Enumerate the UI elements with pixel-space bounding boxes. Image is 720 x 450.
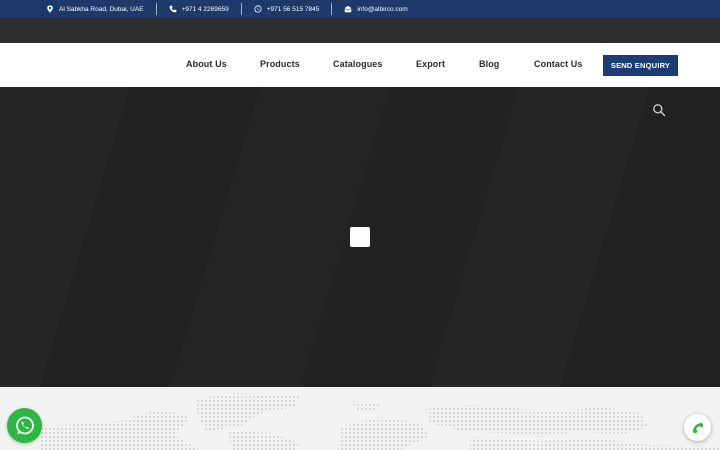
whatsapp-icon <box>15 416 34 434</box>
address-item: Al Sabkha Road, Dubai, UAE <box>46 0 144 18</box>
whatsapp-link[interactable]: +971 56 515 7845 <box>254 0 320 18</box>
nav-blog[interactable]: Blog <box>479 59 499 69</box>
loading-indicator <box>350 227 370 247</box>
phone-link[interactable]: +971 4 2269659 <box>169 0 229 18</box>
world-map-section <box>0 387 720 450</box>
call-button[interactable] <box>684 414 711 441</box>
dotted-world-map <box>40 393 720 450</box>
email-link[interactable]: info@albirco.com <box>344 0 408 18</box>
send-enquiry-button[interactable]: SEND ENQUIRY <box>603 55 678 76</box>
address-text: Al Sabkha Road, Dubai, UAE <box>59 5 144 13</box>
phone-text: +971 4 2269659 <box>181 5 229 13</box>
nav-catalogues[interactable]: Catalogues <box>333 59 383 69</box>
divider <box>155 3 157 15</box>
map-pin-icon <box>47 5 53 13</box>
search-icon[interactable] <box>652 103 666 117</box>
whatsapp-text: +971 56 515 7845 <box>266 5 320 13</box>
divider <box>240 3 242 15</box>
nav-contact-us[interactable]: Contact Us <box>534 59 583 69</box>
nav-products[interactable]: Products <box>260 59 300 69</box>
nav-about-us[interactable]: About Us <box>186 59 227 69</box>
top-info-bar: Al Sabkha Road, Dubai, UAE +971 4 226965… <box>0 0 720 18</box>
envelope-icon <box>345 5 352 13</box>
phone-icon <box>692 422 703 433</box>
whatsapp-icon <box>254 5 262 13</box>
header-strip <box>0 18 720 43</box>
nav-export[interactable]: Export <box>416 59 445 69</box>
divider <box>331 3 333 15</box>
whatsapp-chat-button[interactable] <box>7 408 42 443</box>
phone-icon <box>169 5 176 13</box>
email-text: info@albirco.com <box>357 5 408 13</box>
